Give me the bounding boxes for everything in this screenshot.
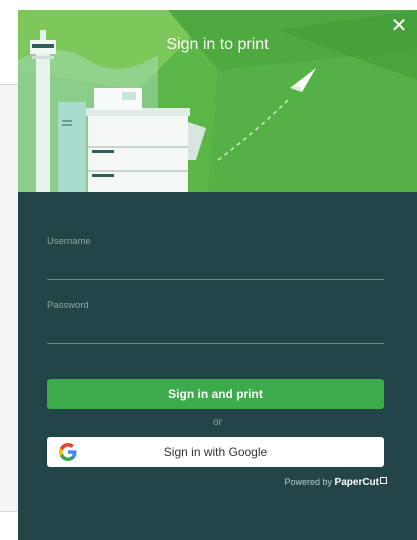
sign-in-with-google-button[interactable]: Sign in with Google xyxy=(47,437,384,467)
username-input[interactable] xyxy=(47,253,384,280)
google-button-label: Sign in with Google xyxy=(163,445,268,459)
sign-in-and-print-button[interactable]: Sign in and print xyxy=(47,379,384,409)
close-button[interactable]: ✕ xyxy=(389,16,409,36)
modal-title: Sign in to print xyxy=(166,36,269,53)
powered-by: Powered by PaperCut xyxy=(284,477,387,488)
sign-in-modal: Sign in to print ✕ Username Password Sig… xyxy=(18,10,417,540)
password-label: Password xyxy=(47,300,89,311)
papercut-mark-icon xyxy=(380,477,387,484)
hero-illustration: Sign in to print ✕ xyxy=(18,10,417,192)
or-divider: or xyxy=(213,417,222,428)
close-icon: ✕ xyxy=(390,15,408,37)
password-input[interactable] xyxy=(47,317,384,344)
powered-by-text: Powered by xyxy=(284,477,333,487)
papercut-logo: PaperCut xyxy=(334,477,379,488)
username-label: Username xyxy=(47,236,91,247)
